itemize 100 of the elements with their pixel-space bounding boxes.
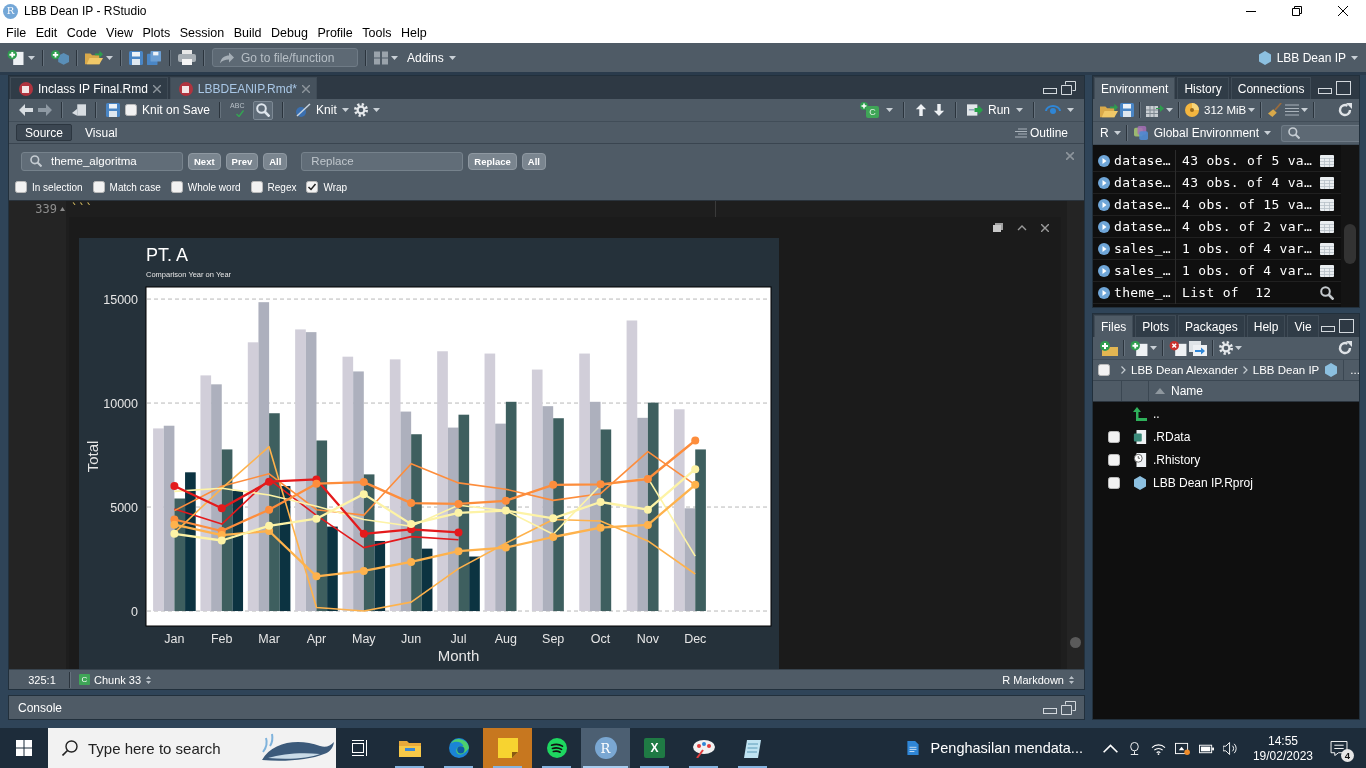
project-menu[interactable]: LBB Dean IP <box>1257 50 1358 65</box>
clock[interactable]: 14:55 19/02/2023 <box>1252 733 1313 763</box>
pane-tab[interactable]: Plots <box>1135 315 1177 337</box>
pane-tab[interactable]: Environment <box>1094 77 1176 99</box>
expand-icon[interactable] <box>1098 220 1110 233</box>
broom-icon[interactable] <box>1267 103 1284 117</box>
checkbox[interactable] <box>125 104 137 116</box>
chunk-menu[interactable]: Chunk 33 <box>94 673 152 686</box>
table-icon[interactable] <box>1320 219 1334 234</box>
menu-item[interactable]: Help <box>401 25 427 40</box>
expand-output-icon[interactable] <box>993 223 1003 232</box>
restore-pane-icon[interactable] <box>1061 80 1076 95</box>
save-icon[interactable] <box>1120 103 1134 117</box>
fold-icon[interactable] <box>60 207 65 211</box>
refresh-icon[interactable] <box>1338 103 1352 117</box>
checkbox[interactable] <box>170 181 183 193</box>
print-icon[interactable] <box>178 50 196 65</box>
move-file-icon[interactable] <box>1189 340 1207 356</box>
minimize-pane-icon[interactable] <box>1043 707 1057 714</box>
menu-item[interactable]: View <box>106 25 133 40</box>
menu-item[interactable]: Edit <box>35 25 58 40</box>
file-name[interactable]: .Rhistory <box>1152 452 1201 467</box>
task-view-icon[interactable] <box>352 740 368 756</box>
import-table-icon[interactable] <box>1146 102 1164 118</box>
caret-icon[interactable] <box>341 108 349 112</box>
search-field[interactable] <box>1281 124 1359 142</box>
menu-item[interactable]: Plots <box>142 25 171 40</box>
console-title[interactable]: Console <box>18 700 63 715</box>
run-button[interactable]: Run <box>967 103 1010 117</box>
restore-icon[interactable] <box>1292 6 1302 16</box>
replace-button[interactable]: All <box>521 152 546 170</box>
find-field[interactable]: theme_algoritma <box>21 151 183 171</box>
minimize-pane-icon[interactable] <box>1318 87 1332 94</box>
table-icon[interactable] <box>1320 197 1334 212</box>
expand-icon[interactable] <box>1098 264 1110 277</box>
open-folder-icon[interactable] <box>85 50 103 65</box>
r-project-icon[interactable] <box>1324 363 1339 377</box>
caret-icon[interactable] <box>1235 346 1242 350</box>
open-folder-icon[interactable] <box>1100 102 1118 118</box>
close-tab-icon[interactable] <box>302 84 310 93</box>
environment-menu[interactable]: Global Environment <box>1132 126 1272 140</box>
file-tab[interactable]: Inclass IP Final.Rmd <box>10 77 168 99</box>
checkbox[interactable] <box>92 181 105 193</box>
list-icon[interactable] <box>1285 103 1300 117</box>
up-arrow-icon[interactable] <box>1133 406 1147 421</box>
language-menu[interactable]: R <box>1100 126 1121 140</box>
gear-icon[interactable] <box>1219 341 1233 355</box>
save-icon[interactable] <box>106 103 120 117</box>
caret-icon[interactable] <box>1248 108 1256 112</box>
chevron-up-icon[interactable] <box>1102 741 1118 755</box>
expand-icon[interactable] <box>1098 154 1110 167</box>
find-button[interactable]: Prev <box>225 152 259 170</box>
find-replace-button[interactable] <box>253 100 274 120</box>
pane-tab[interactable]: History <box>1177 77 1229 99</box>
find-button[interactable]: All <box>263 152 288 170</box>
pane-tab[interactable]: Connections <box>1230 77 1312 99</box>
down-arrow-icon[interactable] <box>933 104 945 116</box>
caret-icon[interactable] <box>391 55 398 60</box>
menu-item[interactable]: Build <box>233 25 262 40</box>
caret-icon[interactable] <box>372 108 380 112</box>
checkbox[interactable] <box>250 181 263 193</box>
magnifier-icon[interactable] <box>1320 285 1334 300</box>
menu-item[interactable]: Tools <box>362 25 392 40</box>
minimize-icon[interactable] <box>1246 10 1256 12</box>
editor-mode-tab[interactable]: Visual <box>76 124 127 141</box>
caret-icon[interactable] <box>1150 346 1157 350</box>
windows-logo-icon[interactable] <box>16 740 32 756</box>
checkbox[interactable] <box>1107 430 1120 443</box>
show-in-window-icon[interactable] <box>72 103 86 117</box>
save-icon[interactable] <box>129 50 143 65</box>
expand-icon[interactable] <box>1098 242 1110 255</box>
checkbox[interactable] <box>1107 453 1120 466</box>
back-arrow-icon[interactable] <box>19 103 33 117</box>
table-icon[interactable] <box>1320 175 1334 190</box>
new-project-icon[interactable] <box>51 50 69 65</box>
replace-button[interactable]: Replace <box>468 152 517 170</box>
search-box[interactable]: Type here to search <box>48 728 336 768</box>
knit-button[interactable]: Knit <box>295 103 337 117</box>
save-all-icon[interactable] <box>146 50 162 65</box>
caret-icon[interactable] <box>1016 108 1023 112</box>
restore-pane-icon[interactable] <box>1061 700 1076 715</box>
maximize-pane-icon[interactable] <box>1336 80 1351 95</box>
file-type-menu[interactable]: R Markdown <box>1002 673 1074 686</box>
menu-item[interactable]: Session <box>179 25 225 40</box>
pane-tab[interactable]: Files <box>1094 315 1134 337</box>
taskbar-window-button[interactable]: Penghasilan mendata... <box>896 728 1091 768</box>
caret-icon[interactable] <box>1301 108 1309 112</box>
search-input[interactable]: Type here to search <box>88 736 238 760</box>
minimize-pane-icon[interactable] <box>1320 325 1335 332</box>
taskbar-button[interactable]: X <box>630 728 679 768</box>
table-icon[interactable] <box>1320 241 1334 256</box>
breadcrumb-link[interactable]: LBB Dean IP <box>1252 364 1320 376</box>
new-file-icon[interactable] <box>1130 340 1148 356</box>
table-icon[interactable] <box>1320 153 1334 168</box>
close-tab-icon[interactable] <box>152 84 161 93</box>
up-arrow-icon[interactable] <box>915 104 927 116</box>
checkbox[interactable] <box>15 181 27 193</box>
file-name[interactable]: .RData <box>1152 429 1191 444</box>
caret-icon[interactable] <box>1166 108 1173 112</box>
find-button[interactable]: Next <box>188 152 221 170</box>
